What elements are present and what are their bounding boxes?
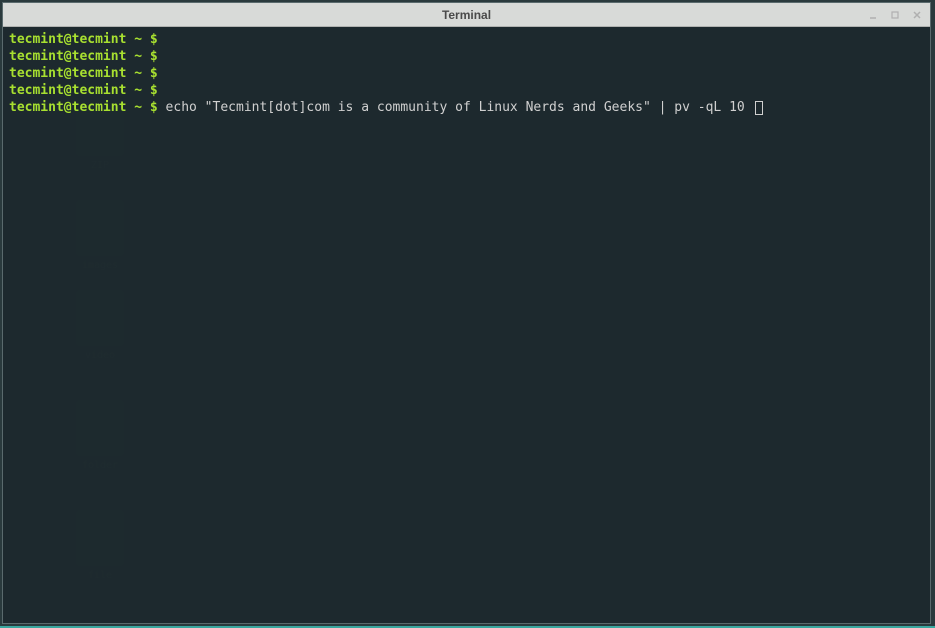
close-button[interactable]: [910, 8, 924, 22]
prompt-user-host: tecmint@tecmint: [9, 49, 126, 64]
cursor-icon: [755, 101, 763, 115]
prompt-path: ~ $: [126, 49, 157, 64]
prompt-user-host: tecmint@tecmint: [9, 32, 126, 47]
window-controls: [866, 8, 924, 22]
terminal-window: Terminal tecmint@tecmint ~ $ tecmint@tec…: [2, 2, 931, 624]
prompt-user-host: tecmint@tecmint: [9, 66, 126, 81]
terminal-content[interactable]: tecmint@tecmint ~ $ tecmint@tecmint ~ $ …: [3, 27, 930, 623]
terminal-line: tecmint@tecmint ~ $: [9, 31, 924, 48]
terminal-line: tecmint@tecmint ~ $: [9, 65, 924, 82]
window-title: Terminal: [442, 8, 491, 22]
terminal-line: tecmint@tecmint ~ $: [9, 82, 924, 99]
prompt-path: ~ $: [126, 66, 157, 81]
terminal-line: tecmint@tecmint ~ $ echo "Tecmint[dot]co…: [9, 99, 924, 116]
prompt-user-host: tecmint@tecmint: [9, 100, 126, 115]
prompt-path: ~ $: [126, 32, 157, 47]
command-text: echo "Tecmint[dot]com is a community of …: [166, 100, 753, 115]
titlebar: Terminal: [3, 3, 930, 27]
maximize-button[interactable]: [888, 8, 902, 22]
minimize-button[interactable]: [866, 8, 880, 22]
prompt-path: ~ $: [126, 100, 157, 115]
terminal-line: tecmint@tecmint ~ $: [9, 48, 924, 65]
prompt-path: ~ $: [126, 83, 157, 98]
prompt-user-host: tecmint@tecmint: [9, 83, 126, 98]
